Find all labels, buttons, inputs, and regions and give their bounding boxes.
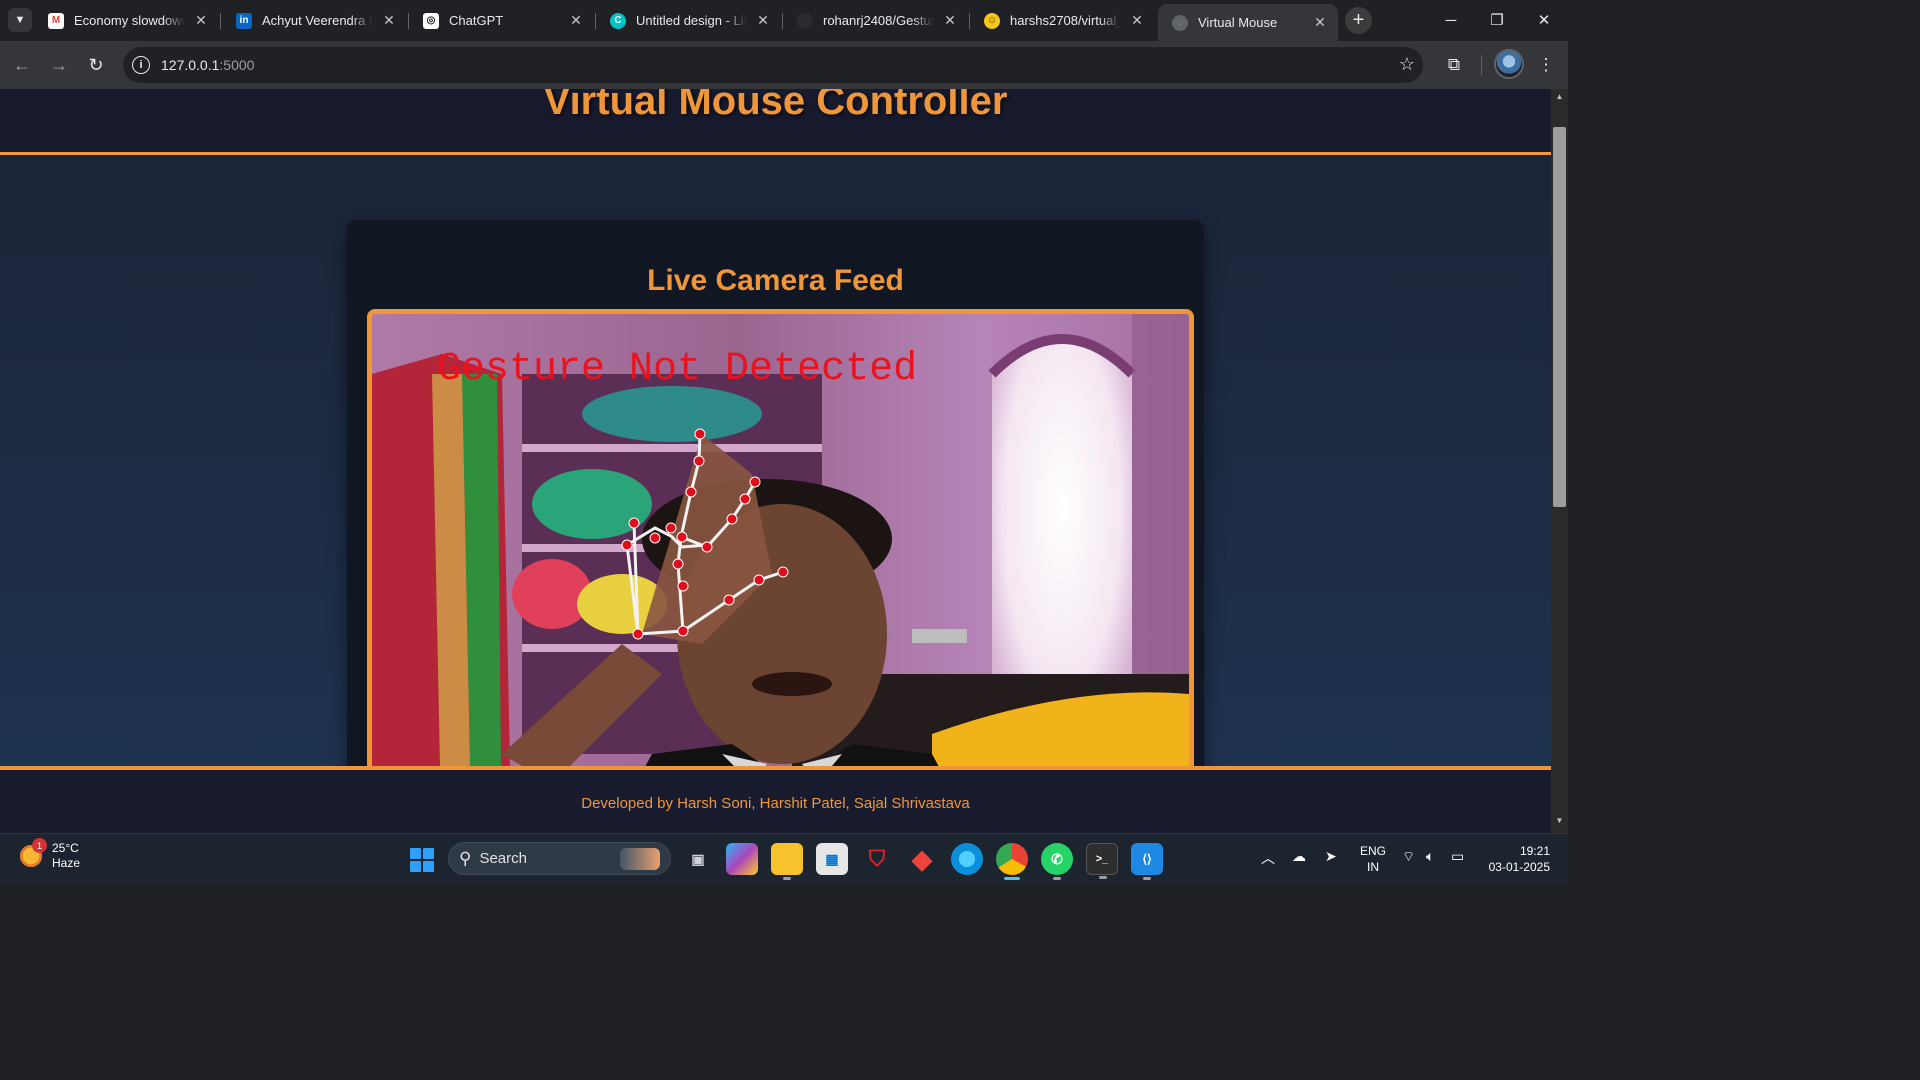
page-scrollbar[interactable]: ▲ ▼ (1551, 89, 1568, 833)
terminal-icon[interactable]: >_ (1086, 843, 1118, 879)
tab-title: harshs2708/virtual_m (1010, 13, 1121, 28)
tab-github[interactable]: ● rohanrj2408/Gesture ✕ (783, 4, 968, 37)
weather-widget[interactable]: 1 25°C Haze (18, 838, 81, 871)
onedrive-cloud-icon[interactable]: ☁ (1292, 848, 1306, 865)
browser-toolbar: ← → ↻ i 127.0.0.1:5000 ☆ ⧉ ⋮ (0, 41, 1568, 89)
page-title: Virtual Mouse Controller (543, 89, 1008, 123)
close-icon[interactable]: ✕ (1312, 14, 1328, 31)
canva-icon: C (610, 12, 626, 29)
camera-feed: Gesture Not Detected (367, 309, 1194, 833)
reload-button[interactable]: ↻ (82, 51, 110, 79)
close-icon[interactable]: ✕ (568, 12, 584, 29)
restore-icon: ❐ (1490, 12, 1504, 29)
chatgpt-icon: ◎ (423, 12, 439, 29)
section-title: Live Camera Feed (647, 264, 904, 297)
tab-title: Virtual Mouse (1198, 15, 1278, 30)
camera-card: Live Camera Feed Gesture Not Detected (347, 220, 1204, 833)
task-view-icon[interactable]: ▣ (682, 843, 714, 875)
camera-frame: Gesture Not Detected (372, 314, 1189, 833)
address-bar[interactable]: i 127.0.0.1:5000 ☆ (123, 47, 1423, 83)
restore-button[interactable]: ❐ (1474, 6, 1520, 34)
url-text[interactable]: 127.0.0.1:5000 (161, 57, 254, 73)
menu-kebab-icon[interactable]: ⋮ (1532, 51, 1560, 79)
volume-icon[interactable]: 🔈︎ (1426, 848, 1434, 865)
anydesk-icon[interactable]: ◆ (906, 843, 938, 875)
tab-search-button[interactable]: ▼ (8, 8, 32, 32)
copilot-icon[interactable] (726, 843, 758, 875)
battery-icon[interactable]: ▭ (1451, 848, 1464, 865)
close-icon[interactable]: ✕ (1129, 12, 1145, 29)
back-button[interactable]: ← (8, 51, 36, 79)
gesture-status-text: Gesture Not Detected (437, 347, 917, 392)
notification-badge: 1 (32, 838, 47, 853)
close-window-button[interactable]: ✕ (1521, 6, 1567, 34)
whatsapp-icon[interactable]: ✆ (1041, 843, 1073, 880)
file-explorer-icon[interactable] (771, 843, 803, 880)
weather-icon: 1 (18, 838, 47, 869)
tab-title: ChatGPT (449, 13, 504, 28)
scroll-down-arrow-icon[interactable]: ▼ (1551, 816, 1568, 830)
page-footer: Developed by Harsh Soni, Harshit Patel, … (0, 766, 1551, 833)
windows-taskbar: 1 25°C Haze ⚲ Search ▣ ▦ ⛉ ◆ ✆ >_ ⟨⟩ ︿ ☁… (0, 833, 1568, 882)
arrow-right-icon: → (50, 54, 68, 75)
close-icon[interactable]: ✕ (193, 12, 209, 29)
close-icon[interactable]: ✕ (755, 12, 771, 29)
tab-canva[interactable]: C Untitled design - Linl ✕ (596, 4, 781, 37)
plus-icon: + (1352, 9, 1365, 31)
tab-strip: ▼ M Economy slowdown s ✕ in Achyut Veere… (0, 0, 1568, 41)
location-icon[interactable]: ➤ (1325, 848, 1337, 865)
tab-title: rohanrj2408/Gesture (823, 13, 934, 28)
chevron-down-icon: ▼ (14, 14, 26, 26)
weather-description: Haze (52, 856, 81, 870)
gmail-icon: M (48, 12, 64, 29)
mcafee-icon[interactable]: ⛉ (861, 843, 893, 875)
tab-github-virtual-mouse[interactable]: ☺ harshs2708/virtual_m ✕ (970, 4, 1155, 37)
search-placeholder: Search (479, 850, 527, 867)
chevron-up-icon[interactable]: ︿ (1261, 848, 1275, 868)
site-info-icon[interactable]: i (132, 56, 150, 74)
globe-icon: ◌ (1172, 14, 1188, 31)
tab-title: Economy slowdown s (74, 13, 185, 28)
system-clock[interactable]: 19:21 03-01-2025 (1484, 843, 1550, 875)
tab-title: Untitled design - Linl (636, 13, 747, 28)
page-header: Virtual Mouse Controller (0, 89, 1551, 155)
profile-avatar[interactable] (1494, 49, 1524, 79)
tab-linkedin[interactable]: in Achyut Veerendra (N ✕ (222, 4, 407, 37)
minimize-button[interactable]: ─ (1428, 6, 1474, 34)
arrow-left-icon: ← (13, 54, 31, 75)
github-icon: ● (797, 12, 813, 29)
scroll-thumb[interactable] (1553, 127, 1566, 507)
bookmark-star-icon[interactable]: ☆ (1399, 54, 1415, 75)
search-icon: ⚲ (459, 848, 472, 868)
chrome-icon[interactable] (996, 843, 1028, 880)
tab-title: Achyut Veerendra (N (262, 13, 373, 28)
extensions-icon[interactable]: ⧉ (1440, 51, 1468, 79)
microsoft-store-icon[interactable]: ▦ (816, 843, 848, 875)
forward-button[interactable]: → (45, 51, 73, 79)
vscode-icon[interactable]: ⟨⟩ (1131, 843, 1163, 880)
wifi-icon[interactable]: ⌔ (1402, 848, 1415, 866)
close-icon[interactable]: ✕ (942, 12, 958, 29)
linkedin-icon: in (236, 12, 252, 29)
tab-chatgpt[interactable]: ◎ ChatGPT ✕ (409, 4, 594, 37)
emoji-icon: ☺ (984, 12, 1000, 29)
tab-gmail[interactable]: M Economy slowdown s ✕ (34, 4, 219, 37)
search-highlight-icon (620, 848, 660, 870)
page-viewport: Virtual Mouse Controller Live Camera Fee… (0, 89, 1551, 833)
new-tab-button[interactable]: + (1345, 7, 1372, 34)
close-icon: ✕ (1537, 12, 1551, 29)
scroll-up-arrow-icon[interactable]: ▲ (1551, 92, 1568, 106)
minimize-icon: ─ (1445, 11, 1457, 29)
close-icon[interactable]: ✕ (381, 12, 397, 29)
taskbar-search-box[interactable]: ⚲ Search (448, 842, 671, 875)
weather-temperature: 25°C (52, 841, 79, 855)
edge-icon[interactable] (951, 843, 983, 875)
tab-virtual-mouse[interactable]: ◌ Virtual Mouse ✕ (1158, 4, 1338, 41)
footer-credits: Developed by Harsh Soni, Harshit Patel, … (581, 795, 970, 812)
language-indicator[interactable]: ENG IN (1360, 843, 1386, 875)
windows-start-icon[interactable] (410, 848, 434, 872)
reload-icon: ↻ (88, 54, 104, 75)
